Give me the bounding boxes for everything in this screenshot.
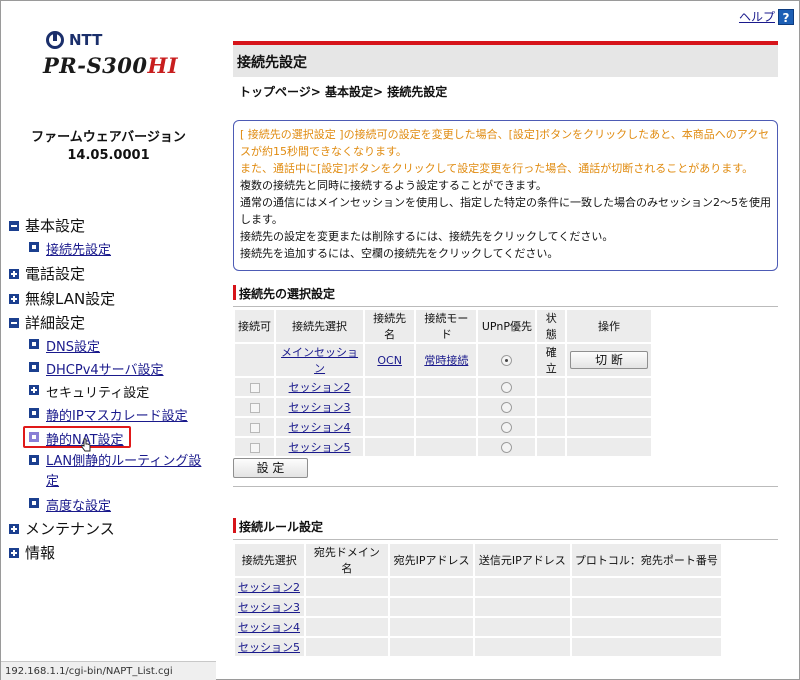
upnp-radio[interactable] xyxy=(501,422,513,433)
nav-advanced[interactable]: 詳細設定 xyxy=(9,312,85,333)
session-link[interactable]: メインセッション xyxy=(281,346,358,375)
help-icon[interactable]: ? xyxy=(778,8,794,25)
nav-basic[interactable]: 基本設定 xyxy=(9,215,85,236)
upnp-radio[interactable] xyxy=(501,355,513,366)
enable-checkbox[interactable] xyxy=(249,422,260,433)
page-icon xyxy=(29,242,39,252)
ntt-logo: NTT xyxy=(46,31,178,49)
main-content: ヘルプ ? 接続先設定 トップページ> 基本設定> 接続先設定 [ 接続先の選択… xyxy=(232,1,794,680)
table-row: セッション4 xyxy=(233,616,724,638)
expand-icon xyxy=(9,547,19,558)
divider xyxy=(233,486,778,487)
session-link[interactable]: セッション4 xyxy=(289,421,351,434)
help-link[interactable]: ヘルプ ? xyxy=(739,8,794,25)
mode-link[interactable]: 常時接続 xyxy=(424,354,468,367)
highlight-box xyxy=(23,426,131,448)
select-section-title: 接続先の選択設定 xyxy=(233,285,778,307)
nav-dns[interactable]: DNS設定 xyxy=(29,336,100,355)
rule-section-title: 接続ルール設定 xyxy=(233,518,778,540)
table-row: セッション2 xyxy=(233,576,724,598)
set-button[interactable]: 設 定 xyxy=(233,458,308,478)
table-row: セッション5 xyxy=(233,636,724,658)
nav-static-ip[interactable]: 静的IPマスカレード設定 xyxy=(29,405,188,424)
page-icon xyxy=(29,408,39,418)
table-row: セッション3 xyxy=(232,396,654,418)
page-title-bar: 接続先設定 xyxy=(233,41,778,77)
left-sidebar: NTT PR-S300HI ファームウェアバージョン 14.05.0001 基本… xyxy=(1,1,216,680)
table-row: セッション3 xyxy=(233,596,724,618)
page-icon xyxy=(29,339,39,349)
nav-dhcp[interactable]: DHCPv4サーバ設定 xyxy=(29,359,164,378)
enable-checkbox[interactable] xyxy=(249,442,260,453)
maker-name: NTT xyxy=(69,31,103,49)
collapse-icon xyxy=(9,220,19,231)
upnp-radio[interactable] xyxy=(501,382,513,393)
nav-adv-settings[interactable]: 高度な設定 xyxy=(29,495,111,514)
expand-icon xyxy=(9,293,19,304)
expand-icon xyxy=(9,268,19,279)
session-link[interactable]: セッション5 xyxy=(289,441,351,454)
collapse-icon xyxy=(9,317,19,328)
table-row: メインセッション OCN 常時接続 確立 切 断 xyxy=(232,342,654,378)
page-icon xyxy=(29,498,39,508)
nav-info[interactable]: 情報 xyxy=(9,542,55,563)
nav-phone[interactable]: 電話設定 xyxy=(9,263,85,284)
page-icon xyxy=(29,362,39,372)
page-title: 接続先設定 xyxy=(237,55,307,71)
enable-checkbox[interactable] xyxy=(249,402,260,413)
browser-status-url: 192.168.1.1/cgi-bin/NAPT_List.cgi xyxy=(1,661,216,680)
session-link[interactable]: セッション2 xyxy=(289,381,351,394)
nav-connection-link[interactable]: 接続先設定 xyxy=(46,239,111,258)
nav-connection[interactable]: 接続先設定 xyxy=(29,239,111,258)
nav-maintenance[interactable]: メンテナンス xyxy=(9,518,115,539)
upnp-radio[interactable] xyxy=(501,442,513,453)
model-name: PR-S300HI xyxy=(43,53,179,78)
brand-logo: NTT PR-S300HI xyxy=(43,31,179,78)
rule-session-link[interactable]: セッション3 xyxy=(238,601,300,614)
session-link[interactable]: セッション3 xyxy=(289,401,351,414)
disconnect-button[interactable]: 切 断 xyxy=(569,351,648,369)
rule-session-link[interactable]: セッション2 xyxy=(238,581,300,594)
ntt-logo-icon xyxy=(46,31,64,49)
connection-select-table: 接続可 接続先選択 接続先名 接続モード UPnP優先 状態 操作 メインセッシ… xyxy=(232,308,654,458)
firmware-label: ファームウェアバージョン xyxy=(31,130,186,145)
enable-checkbox[interactable] xyxy=(249,382,260,393)
nav-lan-routing[interactable]: LAN側静的ルーティング設定 xyxy=(29,452,214,492)
page-icon xyxy=(29,455,39,465)
breadcrumb: トップページ> 基本設定> 接続先設定 xyxy=(239,85,448,99)
nav-security[interactable]: セキュリティ設定 xyxy=(29,382,149,401)
name-link[interactable]: OCN xyxy=(377,354,402,367)
connection-rule-table: 接続先選択 宛先ドメイン名 宛先IPアドレス 送信元IPアドレス プロトコル：宛… xyxy=(233,542,724,658)
nav-wlan[interactable]: 無線LAN設定 xyxy=(9,288,115,309)
firmware-version: 14.05.0001 xyxy=(67,148,150,163)
table-row: セッション4 xyxy=(232,416,654,438)
expand-icon xyxy=(29,385,39,395)
rule-session-link[interactable]: セッション4 xyxy=(238,621,300,634)
expand-icon xyxy=(9,523,19,534)
notice-box: [ 接続先の選択設定 ]の接続可の設定を変更した場合、[設定]ボタンをクリックし… xyxy=(233,120,778,271)
table-row: セッション2 xyxy=(232,376,654,398)
hand-cursor-icon xyxy=(81,438,91,452)
table-row: セッション5 xyxy=(232,436,654,458)
upnp-radio[interactable] xyxy=(501,402,513,413)
rule-session-link[interactable]: セッション5 xyxy=(238,641,300,654)
